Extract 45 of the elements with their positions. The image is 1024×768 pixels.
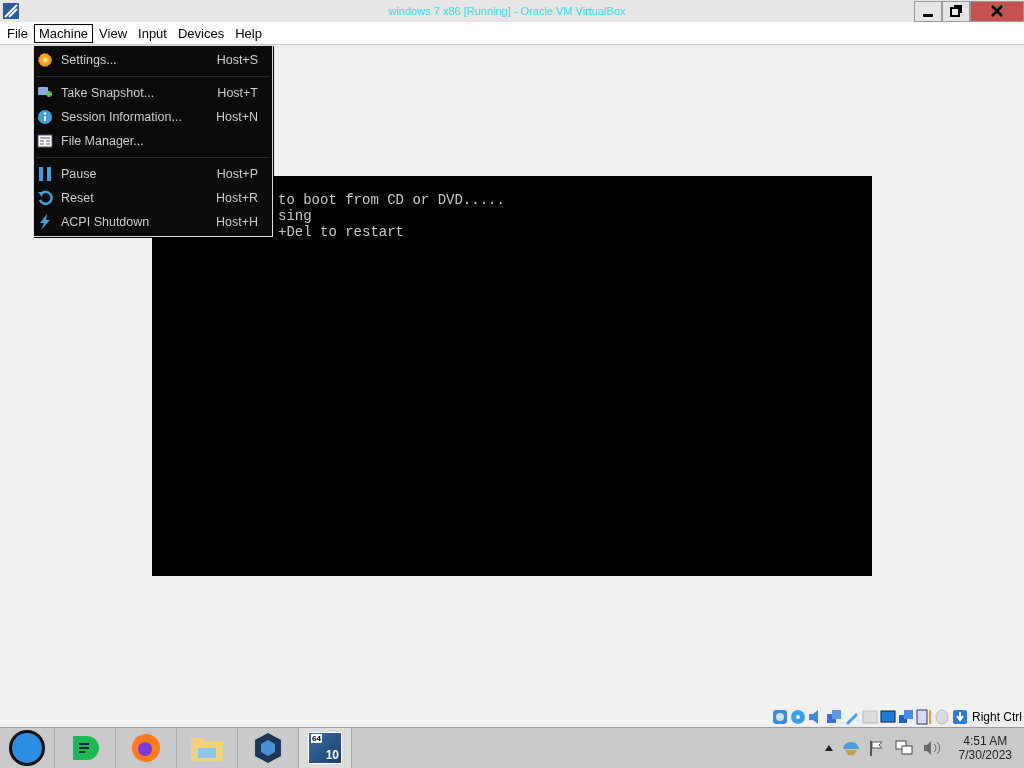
minimize-icon bbox=[923, 13, 933, 17]
close-icon bbox=[991, 5, 1003, 17]
close-button[interactable] bbox=[970, 0, 1024, 22]
pause-icon bbox=[37, 166, 53, 182]
gear-icon bbox=[37, 52, 53, 68]
display-icon[interactable] bbox=[880, 709, 896, 725]
flag-icon[interactable] bbox=[868, 740, 885, 756]
menu-item[interactable]: Help bbox=[230, 23, 267, 43]
menu-item[interactable]: Pause Host+P bbox=[34, 162, 272, 186]
restore-icon bbox=[950, 5, 962, 17]
menu-item[interactable]: Machine bbox=[33, 23, 94, 43]
minimize-button[interactable] bbox=[914, 0, 942, 22]
menu-item[interactable]: Reset Host+R bbox=[34, 186, 272, 210]
menu-item[interactable]: View bbox=[94, 23, 133, 43]
menu-item[interactable]: File Manager... bbox=[34, 129, 272, 153]
disc-icon[interactable] bbox=[790, 709, 806, 725]
badge-label: 64 bbox=[311, 734, 322, 743]
reset-icon bbox=[37, 190, 53, 206]
network-icon[interactable] bbox=[894, 740, 913, 756]
menu-item[interactable]: ACPI Shutdown Host+H bbox=[34, 210, 272, 234]
lightning-icon bbox=[37, 214, 53, 230]
windows-icon[interactable] bbox=[898, 709, 914, 725]
app-icon bbox=[2, 2, 20, 20]
menu-item[interactable]: Devices bbox=[172, 23, 230, 43]
menu-item[interactable]: Settings... Host+S bbox=[34, 48, 272, 72]
host-key-label: Right Ctrl bbox=[972, 710, 1022, 724]
download-icon[interactable] bbox=[952, 709, 968, 725]
menu-item[interactable]: Input bbox=[133, 23, 172, 43]
menu-item[interactable]: File bbox=[2, 23, 33, 43]
badge-label: 10 bbox=[325, 748, 339, 762]
cpu-icon[interactable] bbox=[916, 709, 932, 725]
pinned-app-button[interactable]: 64 10 bbox=[299, 728, 352, 768]
document-icon bbox=[37, 133, 53, 149]
window-title: windows 7 x86 [Running] - Oracle VM VirtualBox bbox=[387, 5, 627, 17]
info-icon bbox=[37, 109, 53, 125]
boot-message: +Del to restart bbox=[278, 224, 405, 240]
menu-item[interactable]: Take Snapshot... Host+T bbox=[34, 81, 272, 105]
boot-message: to boot from CD or DVD..... bbox=[278, 192, 505, 208]
menu-item[interactable]: Session Information... Host+N bbox=[34, 105, 272, 129]
restore-button[interactable] bbox=[942, 0, 970, 22]
clock[interactable]: 4:51 AM 7/30/2023 bbox=[958, 734, 1012, 762]
speaker-icon[interactable] bbox=[922, 740, 941, 756]
boot-message: sing bbox=[278, 208, 312, 224]
caret-up-icon[interactable] bbox=[824, 745, 833, 751]
network-icon[interactable] bbox=[826, 709, 842, 725]
